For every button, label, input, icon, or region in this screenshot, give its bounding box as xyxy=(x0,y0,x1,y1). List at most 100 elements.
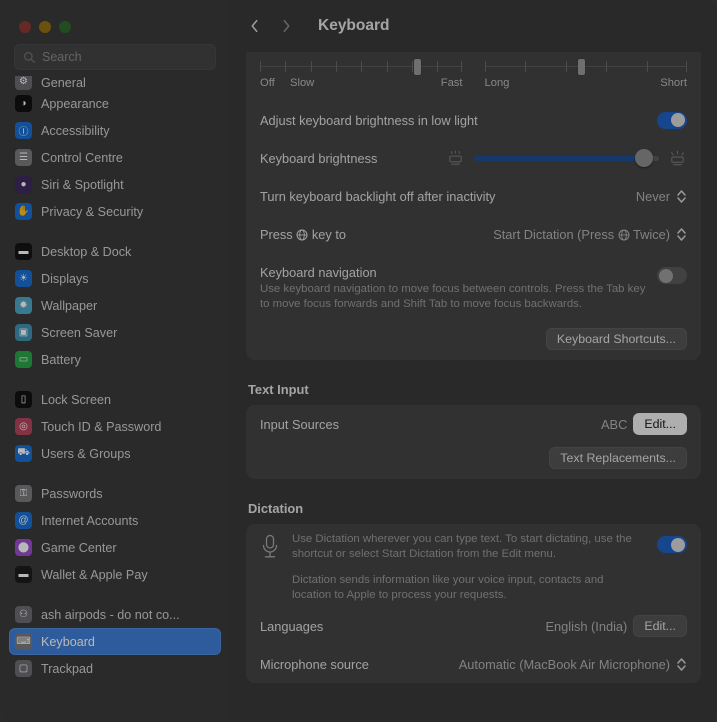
sidebar-item-keyboard[interactable]: ⌨ Keyboard xyxy=(9,628,221,655)
globe-icon xyxy=(296,229,308,240)
sidebar-item-label: Desktop & Dock xyxy=(41,244,132,259)
dictation-heading: Dictation xyxy=(248,501,304,517)
sidebar-item-game-center[interactable]: ⬤ Game Center xyxy=(9,534,221,561)
brightness-track[interactable] xyxy=(474,148,659,167)
zoom-button[interactable] xyxy=(59,21,71,33)
keyboard-shortcuts-row: Keyboard Shortcuts... xyxy=(260,324,687,360)
toggle-knob xyxy=(671,537,685,552)
keyboard-brightness-slider[interactable] xyxy=(446,148,687,168)
sidebar-item-users-groups[interactable]: ⛟ Users & Groups xyxy=(9,440,221,467)
delay-track[interactable] xyxy=(484,59,687,75)
sidebar-item-label: Internet Accounts xyxy=(41,513,139,528)
sidebar-item-label: Lock Screen xyxy=(41,392,112,407)
sidebar-item-wallet-apple-pay[interactable]: ▬ Wallet & Apple Pay xyxy=(9,561,221,588)
sidebar-item-internet-accounts[interactable]: @ Internet Accounts xyxy=(9,507,221,534)
delay-knob[interactable] xyxy=(578,59,586,75)
chevron-right-icon xyxy=(283,19,289,33)
sidebar-item-wallpaper[interactable]: ✹ Wallpaper xyxy=(9,292,221,319)
search-field[interactable]: Search xyxy=(14,44,216,70)
keyboard-navigation-toggle[interactable] xyxy=(657,267,687,284)
input-sources-row: Input Sources ABC Edit... xyxy=(260,405,687,443)
chevron-updown-icon[interactable] xyxy=(676,226,687,243)
sidebar-item-siri-spotlight[interactable]: ● Siri & Spotlight xyxy=(9,171,221,198)
input-sources-value: ABC xyxy=(601,416,628,432)
sidebar-item-trackpad[interactable]: ▢ Trackpad xyxy=(9,655,221,682)
sidebar-item-touch-id-password[interactable]: ◎ Touch ID & Password xyxy=(9,413,221,440)
search-placeholder: Search xyxy=(42,50,82,64)
sidebar-item-displays[interactable]: ☀ Displays xyxy=(9,265,221,292)
text-input-heading: Text Input xyxy=(248,382,309,398)
sidebar-item-desktop-dock[interactable]: ▬ Desktop & Dock xyxy=(9,238,221,265)
sidebar-item-screen-saver[interactable]: ▣ Screen Saver xyxy=(9,319,221,346)
minimize-button[interactable] xyxy=(39,21,51,33)
adjust-brightness-toggle[interactable] xyxy=(657,111,687,129)
sidebar-item-general[interactable]: ⚙ General xyxy=(9,76,221,90)
wallet-icon: ▬ xyxy=(15,566,32,583)
backlight-off-value: Never xyxy=(635,188,670,204)
track-line xyxy=(484,66,687,67)
appearance-icon: ◑ xyxy=(15,95,32,112)
key-repeat-off-label: Off xyxy=(260,77,275,89)
sidebar-item-label: General xyxy=(41,76,86,90)
repeat-sliders-row: Off Slow Fast Long Short xyxy=(260,52,687,101)
wallpaper-icon: ✹ xyxy=(15,297,32,314)
delay-until-repeat-slider[interactable]: Long Short xyxy=(484,59,688,91)
globe-key-label-before: Press xyxy=(260,226,293,242)
sidebar-item-label: ash airpods - do not co... xyxy=(41,607,180,622)
key-repeat-track[interactable] xyxy=(260,59,463,75)
sidebar-item-battery[interactable]: ▭ Battery xyxy=(9,346,221,373)
accessibility-icon: Ⓘ xyxy=(15,122,32,139)
key-repeat-fast-label: Fast xyxy=(440,77,463,89)
sidebar-scroll-area[interactable]: ⚙ General ◑ Appearance Ⓘ Accessibility ☰ Contro… xyxy=(0,76,230,722)
chevron-updown-icon[interactable] xyxy=(676,188,687,205)
sidebar-item-label: Battery xyxy=(41,352,81,367)
globe-key-row: Press key to Start Dictation (Press Twic… xyxy=(260,215,687,253)
sidebar-group-separator xyxy=(9,588,221,601)
main-panel: Keyboard Off Slow Fast Long Short Adjust… xyxy=(230,0,717,722)
text-input-card: Input Sources ABC Edit... Text Replaceme… xyxy=(246,405,701,480)
titlebar: Keyboard xyxy=(230,0,717,52)
sidebar-item-label: Control Centre xyxy=(41,150,123,165)
input-sources-edit-button[interactable]: Edit... xyxy=(633,413,687,436)
adjust-brightness-label: Adjust keyboard brightness in low light xyxy=(260,112,478,128)
key-repeat-rate-slider[interactable]: Off Slow Fast xyxy=(260,59,463,91)
brightness-knob[interactable] xyxy=(635,148,654,167)
sidebar-item-passwords[interactable]: ⚿ Passwords xyxy=(9,480,221,507)
sidebar-item-label: Appearance xyxy=(41,96,109,111)
dictation-toggle[interactable] xyxy=(657,536,687,554)
key-repeat-labels: Off Slow Fast xyxy=(260,77,463,91)
sidebar-item-label: Screen Saver xyxy=(41,325,118,340)
backlight-off-row: Turn keyboard backlight off after inacti… xyxy=(260,177,687,215)
microphone-source-value: Automatic (MacBook Air Microphone) xyxy=(458,656,670,672)
keyboard-navigation-description: Use keyboard navigation to move focus be… xyxy=(260,283,646,311)
settings-content: Off Slow Fast Long Short Adjust keyboard… xyxy=(230,52,717,722)
delay-labels: Long Short xyxy=(485,77,688,91)
screen-saver-icon: ▣ xyxy=(15,324,32,341)
sidebar-item-label: Users & Groups xyxy=(41,446,131,461)
globe-key-value-after: Twice) xyxy=(633,226,670,242)
globe-key-value-before: Start Dictation (Press xyxy=(493,226,615,242)
brightness-high-icon xyxy=(671,150,684,165)
chevron-updown-icon[interactable] xyxy=(676,656,687,673)
internet-accounts-icon: @ xyxy=(15,512,32,529)
sidebar-item-ash-airpods-do-not-co[interactable]: ⚇ ash airpods - do not co... xyxy=(9,601,221,628)
forward-button[interactable] xyxy=(272,12,300,40)
sidebar-item-label: Passwords xyxy=(41,486,103,501)
sidebar-item-label: Displays xyxy=(41,271,89,286)
keyboard-icon: ⌨ xyxy=(15,633,32,650)
sidebar-item-label: Wallpaper xyxy=(41,298,98,313)
sidebar-item-appearance[interactable]: ◑ Appearance xyxy=(9,90,221,117)
sidebar-item-accessibility[interactable]: Ⓘ Accessibility xyxy=(9,117,221,144)
keyboard-shortcuts-button[interactable]: Keyboard Shortcuts... xyxy=(545,328,687,351)
sidebar-item-lock-screen[interactable]: ▯ Lock Screen xyxy=(9,386,221,413)
users-groups-icon: ⛟ xyxy=(15,445,32,462)
chevron-left-icon xyxy=(251,19,257,33)
close-button[interactable] xyxy=(19,21,31,33)
sidebar-item-privacy-security[interactable]: ✋ Privacy & Security xyxy=(9,198,221,225)
languages-edit-button[interactable]: Edit... xyxy=(633,615,687,638)
text-replacements-button[interactable]: Text Replacements... xyxy=(549,447,687,470)
dictation-card: Use Dictation wherever you can type text… xyxy=(246,524,701,684)
key-repeat-knob[interactable] xyxy=(414,59,422,75)
back-button[interactable] xyxy=(240,12,268,40)
sidebar-item-control-centre[interactable]: ☰ Control Centre xyxy=(9,144,221,171)
